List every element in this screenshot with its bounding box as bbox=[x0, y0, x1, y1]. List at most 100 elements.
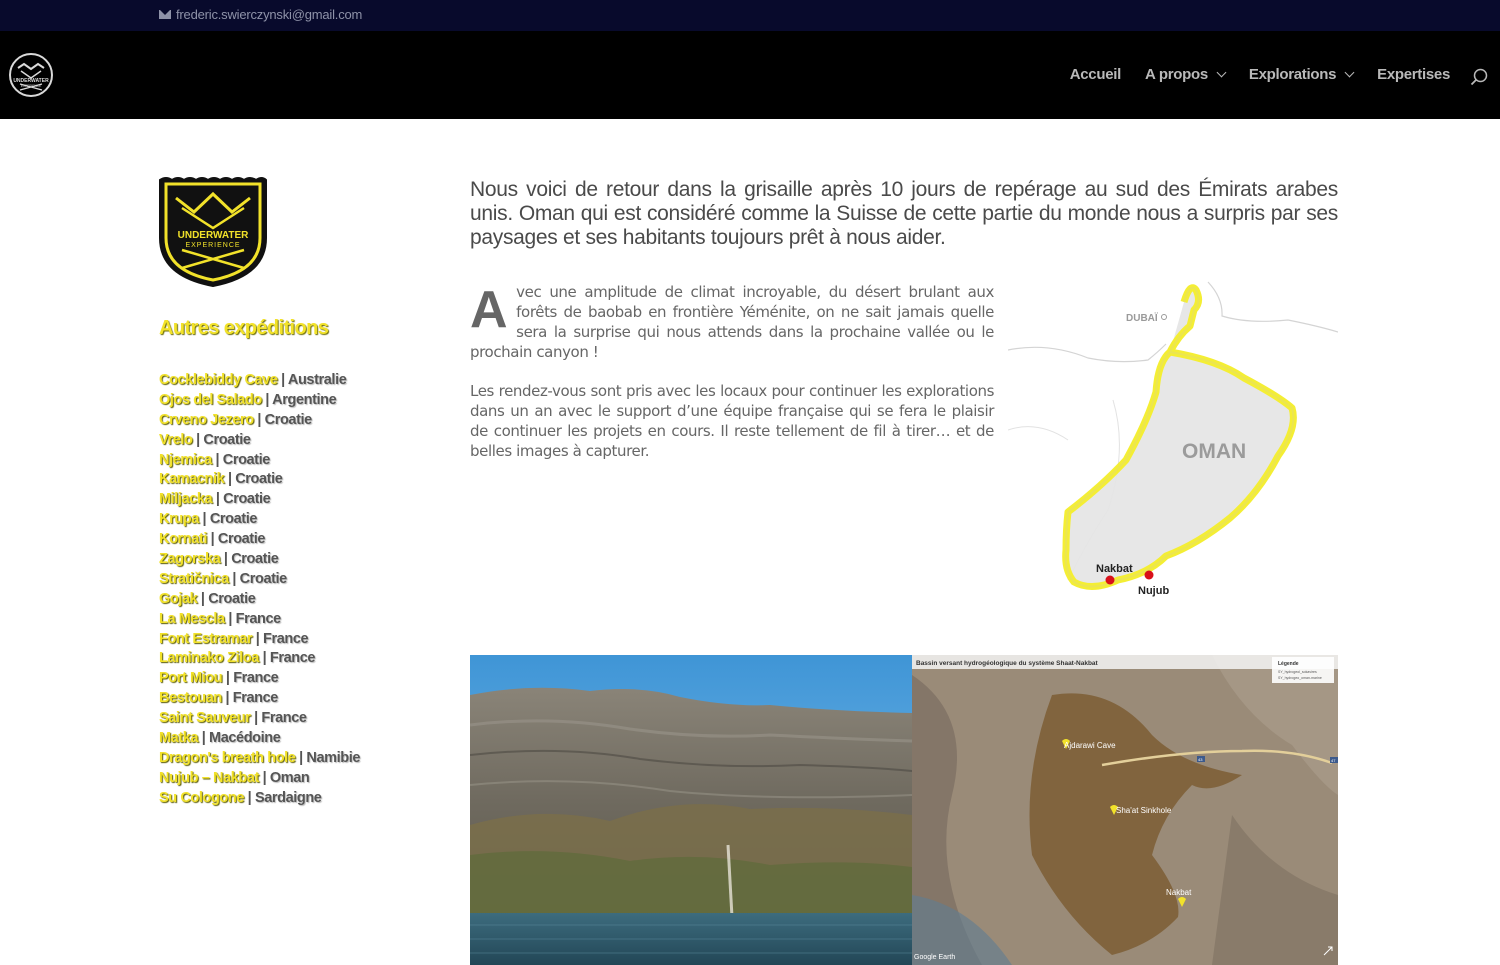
separator: | bbox=[198, 511, 210, 528]
expedition-list: Cocklebiddy Cave | Australie Ojos del Sal… bbox=[159, 371, 360, 809]
nav-item-label: A propos bbox=[1144, 66, 1208, 83]
pin-ajdarawi: Ajdarawi Cave bbox=[1062, 739, 1116, 750]
list-item: Vrelo | Croatie bbox=[159, 431, 360, 451]
expedition-country: Sardaigne bbox=[254, 789, 322, 806]
expedition-link[interactable]: Njemica bbox=[159, 452, 212, 468]
expedition-country: France bbox=[235, 610, 282, 627]
pin-label-shaat: Sha'at Sinkhole bbox=[1116, 806, 1172, 815]
expedition-link[interactable]: Nujub – Nakbat bbox=[159, 770, 259, 786]
expedition-link[interactable]: Miljacka bbox=[159, 491, 213, 507]
chevron-down-icon bbox=[1216, 67, 1227, 78]
separator: | bbox=[224, 610, 236, 627]
pin-shaat: Sha'at Sinkhole bbox=[1110, 805, 1172, 815]
expedition-country: Croatie bbox=[217, 531, 266, 548]
list-item: Su Cologone | Sardaigne bbox=[159, 789, 360, 809]
expedition-country: Croatie bbox=[209, 511, 258, 528]
top-bar: frederic.swierczynski@gmail.com bbox=[0, 0, 1500, 31]
expedition-link[interactable]: Su Cologone bbox=[159, 790, 244, 806]
nav-item-expertises[interactable]: Expertises bbox=[1377, 66, 1450, 83]
expedition-country: Croatie bbox=[223, 491, 271, 508]
google-earth-watermark: Google Earth bbox=[914, 954, 955, 961]
paragraph-climate: Avec une amplitude de climat incroyable,… bbox=[470, 282, 994, 362]
expedition-link[interactable]: Crveno Jezero bbox=[159, 412, 254, 428]
nav-item-accueil[interactable]: Accueil bbox=[1070, 66, 1122, 83]
expedition-link[interactable]: Matka bbox=[159, 730, 199, 746]
nav-item-explorations[interactable]: Explorations bbox=[1248, 66, 1355, 83]
separator: | bbox=[220, 551, 232, 568]
nav-item-label: Explorations bbox=[1248, 66, 1337, 83]
road-number-2: 47 bbox=[1331, 758, 1336, 763]
expedition-link[interactable]: Krupa bbox=[159, 511, 199, 527]
pin-label-nakbat: Nakbat bbox=[1166, 888, 1192, 897]
sidebar-logo-text-2: EXPERIENCE bbox=[185, 242, 240, 249]
separator: | bbox=[244, 789, 255, 806]
expedition-link[interactable]: Dragon's breath hole bbox=[159, 750, 296, 766]
list-item: Crveno Jezero | Croatie bbox=[159, 411, 360, 431]
separator: | bbox=[206, 531, 218, 548]
separator: | bbox=[197, 590, 209, 607]
expedition-link[interactable]: Vrelo bbox=[159, 432, 193, 448]
pin-label-ajdarawi: Ajdarawi Cave bbox=[1064, 741, 1116, 750]
list-item: Ojos del Salado | Argentine bbox=[159, 391, 360, 411]
list-item: Kornati | Croatie bbox=[159, 530, 360, 550]
expedition-link[interactable]: Ojos del Salado bbox=[159, 392, 262, 408]
expedition-link[interactable]: La Mescla bbox=[159, 611, 225, 627]
email-text[interactable]: frederic.swierczynski@gmail.com bbox=[176, 7, 362, 22]
separator: | bbox=[211, 451, 223, 468]
expedition-link[interactable]: Bestouan bbox=[159, 690, 222, 706]
list-item: Miljacka | Croatie bbox=[159, 490, 360, 510]
separator: | bbox=[222, 670, 234, 687]
expedition-country: Argentine bbox=[272, 391, 337, 408]
expedition-country: Croatie bbox=[231, 551, 279, 568]
expedition-link[interactable]: Kamacnik bbox=[159, 471, 225, 487]
list-item: Nujub – Nakbat | Oman bbox=[159, 769, 360, 789]
sidebar-logo: UNDERWATER EXPERIENCE bbox=[159, 177, 267, 288]
expedition-country: Australie bbox=[287, 372, 347, 388]
expedition-link[interactable]: Font Estramar bbox=[159, 631, 253, 647]
label-dubai: DUBAÏ bbox=[1126, 311, 1158, 324]
expedition-country: Croatie bbox=[222, 451, 271, 468]
separator: | bbox=[221, 690, 233, 707]
list-item: Zagorska | Croatie bbox=[159, 550, 360, 570]
marker-nujub bbox=[1144, 570, 1154, 580]
list-item: Font Estramar | France bbox=[159, 630, 360, 650]
separator: | bbox=[277, 372, 288, 388]
separator: | bbox=[250, 710, 262, 727]
expedition-country: France bbox=[269, 650, 316, 667]
search-icon[interactable] bbox=[1470, 68, 1488, 86]
expedition-link[interactable]: Laminako Ziloa bbox=[159, 650, 259, 666]
chevron-down-icon bbox=[1344, 67, 1355, 78]
expedition-link[interactable]: Stratičnica bbox=[159, 571, 229, 587]
expedition-link[interactable]: Saint Sauveur bbox=[159, 710, 251, 726]
contact-email[interactable]: frederic.swierczynski@gmail.com bbox=[159, 7, 362, 22]
list-item: Cocklebiddy Cave | Australie bbox=[159, 371, 360, 391]
expedition-country: Croatie bbox=[208, 590, 256, 607]
intro-lead: Nous voici de retour dans la grisaille a… bbox=[470, 178, 1338, 249]
expedition-country: Croatie bbox=[203, 431, 251, 448]
expedition-country: France bbox=[261, 710, 307, 727]
separator: | bbox=[198, 730, 210, 747]
expedition-link[interactable]: Port Miou bbox=[159, 670, 223, 686]
separator: | bbox=[212, 491, 224, 508]
list-item: Stratičnica | Croatie bbox=[159, 570, 360, 590]
separator: | bbox=[258, 769, 270, 786]
expedition-link[interactable]: Gojak bbox=[159, 591, 198, 607]
expedition-link[interactable]: Cocklebiddy Cave bbox=[159, 372, 278, 388]
nav-item-a-propos[interactable]: A propos bbox=[1144, 66, 1227, 83]
legend-item-2: SY_hydrogeo_oman-marine bbox=[1278, 676, 1322, 680]
oman-map: DUBAÏ OMAN Nakbat Nujub bbox=[1008, 280, 1338, 605]
marker-nakbat bbox=[1105, 575, 1115, 585]
list-item: Kamacnik | Croatie bbox=[159, 470, 360, 490]
main-nav: Accueil A propos Explorations Expertises bbox=[1070, 66, 1451, 83]
drop-cap: A bbox=[470, 281, 508, 339]
expedition-link[interactable]: Kornati bbox=[159, 531, 207, 547]
separator: | bbox=[252, 630, 264, 647]
site-logo[interactable]: UNDERWATER EXPERIENCE bbox=[8, 52, 54, 98]
site-header: UNDERWATER EXPERIENCE Accueil A propos E… bbox=[0, 31, 1500, 119]
separator: | bbox=[224, 471, 236, 488]
nav-item-label: Expertises bbox=[1377, 66, 1450, 83]
expedition-country: France bbox=[233, 670, 279, 687]
separator: | bbox=[261, 391, 273, 408]
expedition-link[interactable]: Zagorska bbox=[159, 551, 221, 567]
list-item: Njemica | Croatie bbox=[159, 451, 360, 471]
